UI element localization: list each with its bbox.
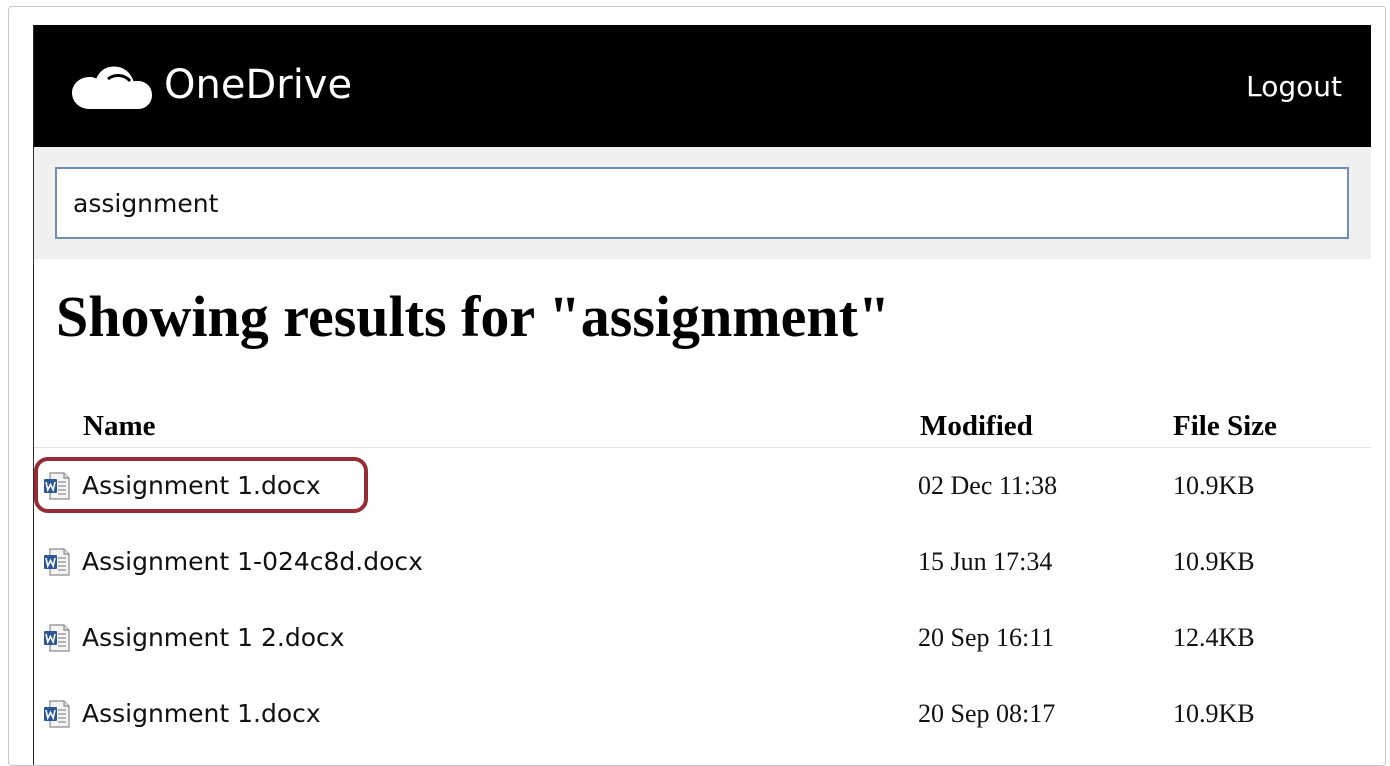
search-bar [34,147,1371,259]
top-bar: OneDrive Logout [34,25,1371,147]
file-size: 10.9KB [1173,547,1255,576]
table-row[interactable]: Assignment 1 2.docx 20 Sep 16:11 12.4KB [34,600,1371,676]
app-title: OneDrive [164,62,353,108]
file-size: 10.9KB [1173,471,1255,500]
file-link[interactable]: Assignment 1 2.docx [42,617,345,659]
results-heading: Showing results for "assignment" [56,284,891,349]
file-modified: 02 Dec 11:38 [918,471,1058,500]
word-document-icon [44,700,70,728]
search-input[interactable] [55,167,1349,239]
table-header: Name Modified File Size [34,407,1371,448]
file-modified: 15 Jun 17:34 [918,547,1053,576]
file-link[interactable]: Assignment 1.docx [42,465,321,507]
results-table: Name Modified File Size Assignment 1.doc… [34,407,1371,752]
table-row[interactable]: Assignment 1.docx 20 Sep 08:17 10.9KB [34,676,1371,752]
column-header-name[interactable]: Name [83,409,155,443]
column-header-modified[interactable]: Modified [920,409,1033,443]
file-modified: 20 Sep 08:17 [918,699,1056,728]
word-document-icon [44,624,70,652]
file-size: 10.9KB [1173,699,1255,728]
file-link[interactable]: Assignment 1-024c8d.docx [42,541,423,583]
column-header-file-size[interactable]: File Size [1173,409,1277,443]
cloud-icon [72,63,152,109]
onedrive-logo: OneDrive [68,57,352,113]
file-size: 12.4KB [1173,623,1255,652]
file-modified: 20 Sep 16:11 [918,623,1055,652]
file-name[interactable]: Assignment 1.docx [82,471,321,501]
table-row[interactable]: Assignment 1-024c8d.docx 15 Jun 17:34 10… [34,524,1371,600]
file-link[interactable]: Assignment 1.docx [42,693,321,735]
logout-link[interactable]: Logout [1246,69,1342,105]
word-document-icon [44,472,70,500]
file-name[interactable]: Assignment 1 2.docx [82,623,345,653]
onedrive-picker-window: OneDrive Logout Showing results for "ass… [33,25,1371,765]
table-row[interactable]: Assignment 1.docx 02 Dec 11:38 10.9KB [34,448,1371,524]
file-name[interactable]: Assignment 1-024c8d.docx [82,547,423,577]
file-name[interactable]: Assignment 1.docx [82,699,321,729]
word-document-icon [44,548,70,576]
